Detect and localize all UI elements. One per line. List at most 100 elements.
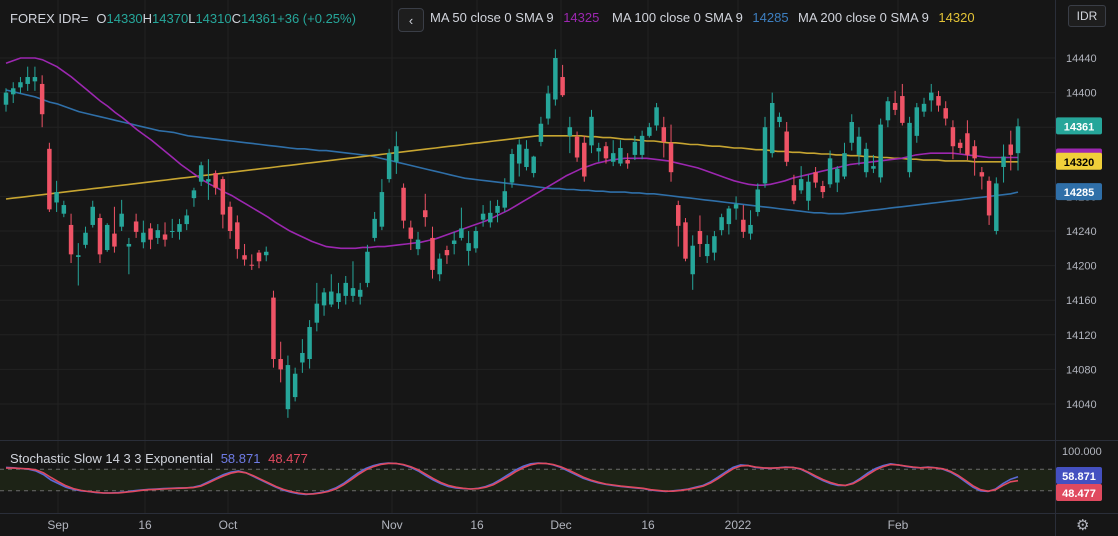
time-tick-label: Oct	[219, 518, 238, 532]
candle-body	[719, 217, 724, 231]
ohlc-header: FOREX IDR= O 14330 H 14370 L 14310 C 143…	[10, 8, 356, 28]
candle-body	[206, 179, 211, 182]
candle-body	[741, 219, 746, 232]
candle-body	[813, 172, 818, 183]
candle-body	[574, 136, 580, 158]
candle-body	[242, 255, 247, 260]
candle-body	[820, 186, 826, 193]
candle-body	[769, 102, 775, 154]
candle-body	[32, 77, 38, 82]
candle-body	[878, 124, 883, 178]
high-label: H	[142, 10, 153, 26]
candle-body	[47, 148, 52, 210]
candle-body	[437, 258, 442, 275]
symbol-label[interactable]: FOREX IDR=	[10, 11, 88, 26]
candle-body	[545, 93, 551, 119]
open-label: O	[96, 10, 107, 26]
candle-body	[610, 153, 616, 162]
candle-body	[661, 127, 667, 142]
candle-body	[39, 83, 45, 115]
collapse-legend-button[interactable]: ‹	[398, 8, 424, 32]
candle-body	[748, 224, 753, 234]
candle-body	[350, 288, 356, 296]
candle-body	[133, 221, 139, 232]
high-value: 14370	[152, 10, 189, 26]
candle-body	[61, 205, 67, 214]
ma50-legend[interactable]: MA 50 close 0 SMA 9 14325	[430, 10, 599, 25]
candle-body	[191, 190, 197, 199]
stochastic-axis-top-label: 100.000	[1062, 446, 1102, 458]
candle-body	[220, 179, 226, 215]
candle-body	[321, 292, 327, 306]
candle-body	[596, 147, 601, 152]
close-label: C	[231, 10, 241, 26]
candle-body	[119, 213, 124, 227]
candle-body	[451, 240, 457, 244]
ma100-value: 14285	[752, 10, 789, 25]
candle-body	[444, 250, 450, 256]
candle-body	[329, 291, 334, 305]
candle-body	[1001, 156, 1006, 167]
candle-body	[582, 142, 587, 177]
candle-body	[632, 141, 638, 155]
grid-lines	[0, 0, 1055, 513]
candle-body	[618, 147, 623, 164]
candle-body	[148, 228, 153, 240]
candle-body	[126, 243, 132, 247]
time-tick-label: 16	[641, 518, 655, 532]
candle-body	[524, 148, 529, 167]
low-label: L	[188, 10, 196, 26]
candle-body	[943, 108, 948, 119]
candle-body	[104, 224, 110, 251]
candle-body	[856, 136, 862, 155]
candle-body	[386, 153, 392, 180]
candle-body	[863, 148, 869, 173]
candle-body	[343, 282, 348, 296]
price-tick-label: 14040	[1066, 399, 1097, 411]
ma200-legend[interactable]: MA 200 close 0 SMA 9 14320	[798, 10, 975, 25]
change-value: +36 (+0.25%)	[277, 10, 356, 26]
ma100-legend[interactable]: MA 100 close 0 SMA 9 14285	[612, 10, 789, 25]
candle-body	[979, 172, 985, 177]
candle-body	[762, 127, 768, 184]
candle-body	[647, 127, 652, 136]
time-tick-label: Nov	[381, 518, 402, 532]
candle-body	[25, 77, 30, 84]
candle-body	[994, 183, 999, 231]
candle-body	[654, 107, 659, 126]
candle-body	[900, 96, 905, 123]
candle-body	[921, 103, 927, 112]
stochastic-legend[interactable]: Stochastic Slow 14 3 3 Exponential 58.87…	[10, 451, 308, 466]
candle-body	[516, 144, 522, 164]
ma50-value: 14325	[563, 10, 600, 25]
close-value: 14361	[240, 10, 278, 26]
ma200-label: MA 200 close 0 SMA 9	[798, 10, 929, 25]
candle-body	[936, 96, 941, 106]
candle-body	[849, 122, 854, 143]
candle-body	[227, 206, 233, 231]
stochastic-k-value: 58.871	[220, 451, 261, 466]
price-badges: 1436114325143201428558.87148.477	[1056, 117, 1102, 501]
candle-body	[835, 168, 840, 183]
candle-body	[560, 77, 565, 96]
price-tick-label: 14120	[1066, 330, 1097, 342]
price-axis-separator	[1055, 0, 1056, 536]
candle-body	[986, 180, 992, 216]
stochastic-d-badge: 48.477	[1062, 488, 1096, 500]
candle-body	[538, 123, 544, 142]
candle-body	[170, 231, 175, 232]
currency-button[interactable]: IDR	[1068, 5, 1106, 27]
candle-body	[235, 222, 240, 250]
settings-gear-icon[interactable]: ⚙	[1076, 516, 1089, 534]
candle-body	[83, 232, 88, 245]
candle-body	[589, 116, 594, 146]
candle-body	[625, 160, 630, 164]
stochastic-band-fill	[0, 469, 1055, 491]
candle-body	[509, 154, 515, 183]
candle-body	[249, 264, 255, 266]
candle-body	[177, 224, 182, 232]
candle-body	[401, 187, 406, 221]
candle-body	[336, 293, 341, 302]
time-tick-label: 16	[470, 518, 484, 532]
candle-body	[929, 92, 934, 101]
